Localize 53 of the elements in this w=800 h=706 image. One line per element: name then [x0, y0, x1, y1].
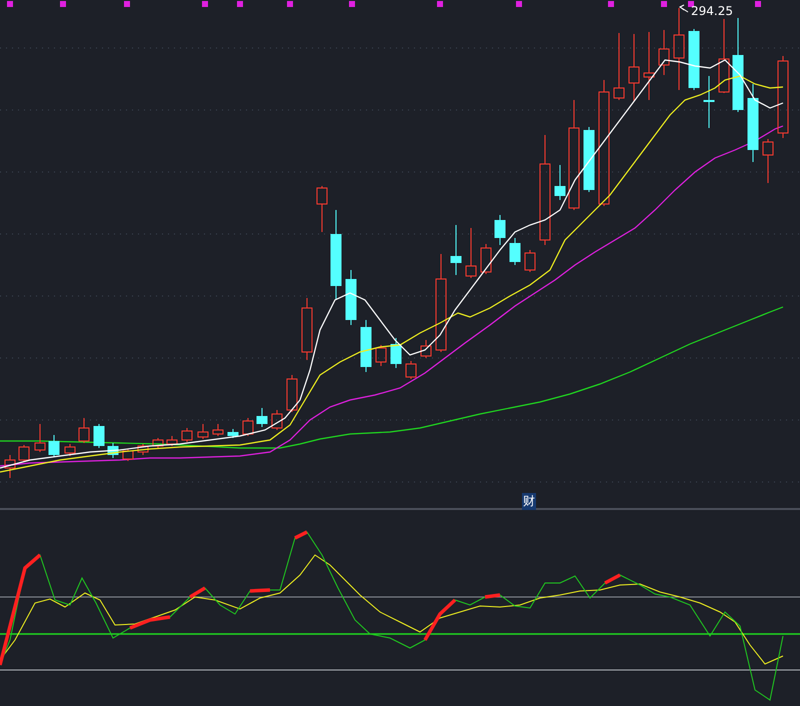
candlestick — [94, 424, 104, 448]
candlestick — [316, 186, 328, 232]
indicator-highlight-segment — [129, 615, 170, 630]
candlestick — [390, 338, 402, 368]
candlestick — [138, 444, 148, 456]
candlestick — [360, 320, 372, 372]
candlestick — [658, 30, 670, 76]
leader-line — [678, 4, 688, 12]
indicator-highlight-segment — [294, 530, 308, 540]
candlestick — [122, 448, 134, 462]
candlestick — [510, 238, 520, 266]
candlestick — [302, 298, 312, 360]
candlestick — [346, 270, 356, 326]
candlestick — [182, 428, 192, 442]
candlestick — [198, 424, 208, 440]
candlestick — [376, 344, 386, 366]
candlestick — [704, 76, 714, 128]
high-price-label: 294.25 — [691, 4, 733, 18]
indicator-highlight-segment — [604, 573, 621, 585]
candlestick — [48, 434, 60, 458]
candlestick — [406, 360, 416, 380]
candlestick — [228, 428, 238, 438]
candlestick — [494, 214, 506, 246]
candlestick — [108, 442, 118, 458]
candlestick — [762, 138, 774, 184]
candlestick — [644, 32, 654, 100]
candlestick — [286, 374, 298, 412]
candlestick — [18, 444, 30, 462]
candlestick — [4, 454, 16, 478]
candlestick — [420, 340, 432, 358]
candlestick — [628, 34, 640, 102]
candlestick — [450, 224, 462, 276]
candlestick — [152, 438, 164, 448]
indicator-highlight-segment — [189, 586, 206, 598]
candlestick — [64, 444, 76, 456]
candlestick — [272, 410, 282, 430]
candlestick — [524, 250, 536, 272]
candlestick — [614, 32, 624, 100]
candlestick — [34, 424, 46, 452]
indicator-highlight-segment — [484, 593, 500, 599]
candlestick — [242, 418, 254, 436]
candlestick — [166, 436, 178, 446]
candlestick — [256, 408, 268, 428]
candlestick — [212, 424, 224, 436]
candlestick — [554, 164, 566, 200]
indicator-label: 财 — [522, 493, 536, 510]
candlestick — [688, 28, 700, 90]
candlestick — [584, 126, 594, 192]
indicator-highlight-segment — [250, 588, 270, 593]
candlestick — [466, 228, 476, 278]
candlestick — [480, 244, 492, 274]
candlestick — [78, 418, 90, 444]
indicator-highlight-segment — [423, 598, 456, 641]
